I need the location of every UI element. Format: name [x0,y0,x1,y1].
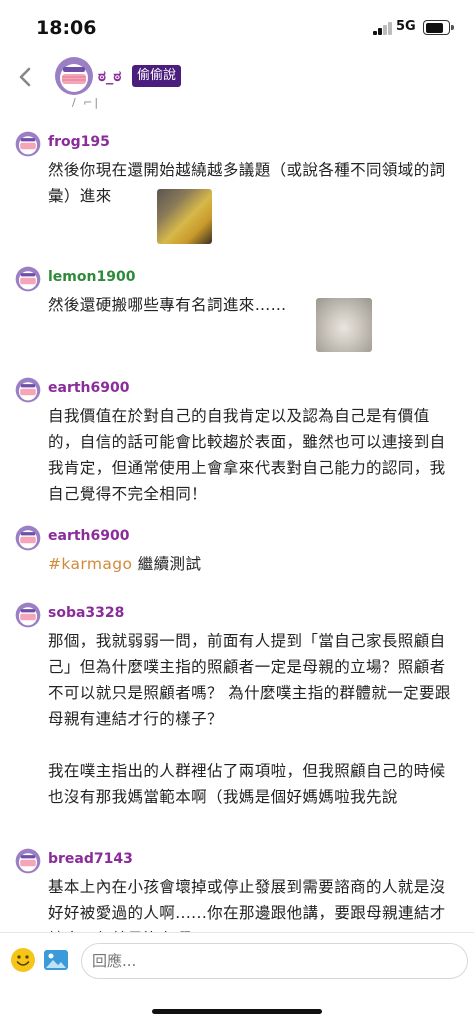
comment-list: frog195 然後你現在還開始越繞越多議題（或說各種不同領域的詞彙）進來 le… [0,126,474,958]
reply-input[interactable] [81,943,468,979]
post-header: ಠ_ಠ 偷偷說 / ⌐| [0,56,474,116]
battery-icon [423,20,454,35]
list-item: lemon1900 然後還硬搬哪些專有名詞進來…… [0,266,474,372]
pikachu-meme-image[interactable] [157,189,212,244]
status-time: 18:06 [36,17,97,39]
home-indicator [152,1009,322,1014]
status-bar: 18:06 5G [0,0,474,56]
seal-meme-image[interactable] [316,298,372,352]
avatar[interactable] [15,266,41,292]
comment-text: 自我價值在於對自己的自我肯定以及認為自己是有價值的，自信的話可能會比較趨於表面，… [48,407,446,503]
avatar[interactable] [15,848,41,874]
list-item: frog195 然後你現在還開始越繞越多議題（或說各種不同領域的詞彙）進來 [0,131,474,261]
image-upload-icon[interactable] [43,947,69,973]
hashtag-link[interactable]: #karmago [48,555,132,573]
emoji-icon[interactable] [10,947,36,973]
reply-bar [0,932,474,1024]
post-author-name[interactable]: ಠ_ಠ [98,67,121,85]
network-label: 5G [396,19,416,34]
comment-text: #karmago 繼續測試 [48,551,456,577]
avatar[interactable] [15,602,41,628]
avatar-decoration: / ⌐| [72,96,101,109]
list-item: earth6900 #karmago 繼續測試 [0,525,474,597]
comment-author[interactable]: earth6900 [48,525,456,547]
comment-author[interactable]: bread7143 [48,848,456,870]
signal-icon [373,22,393,35]
avatar[interactable] [15,525,41,551]
list-item: earth6900 自我價值在於對自己的自我肯定以及認為自己是有價值的，自信的話… [0,377,474,520]
avatar[interactable] [54,56,94,96]
avatar[interactable] [15,131,41,157]
avatar[interactable] [15,377,41,403]
comment-author[interactable]: earth6900 [48,377,456,399]
comment-author[interactable]: soba3328 [48,602,456,624]
comment-text: 然後還硬搬哪些專有名詞進來…… [48,296,287,314]
comment-author[interactable]: frog195 [48,131,456,153]
anonymous-badge: 偷偷說 [132,65,182,87]
list-item: soba3328 那個，我就弱弱一問，前面有人提到「當自己家長照顧自己」但為什麼… [0,602,474,843]
comment-text: 那個，我就弱弱一問，前面有人提到「當自己家長照顧自己」但為什麼噗主指的照顧者一定… [48,632,451,806]
comment-text-rest: 繼續測試 [132,555,202,573]
comment-author[interactable]: lemon1900 [48,266,456,288]
comment-text: 然後你現在還開始越繞越多議題（或說各種不同領域的詞彙）進來 [48,161,446,205]
back-chevron-icon[interactable] [14,66,36,88]
